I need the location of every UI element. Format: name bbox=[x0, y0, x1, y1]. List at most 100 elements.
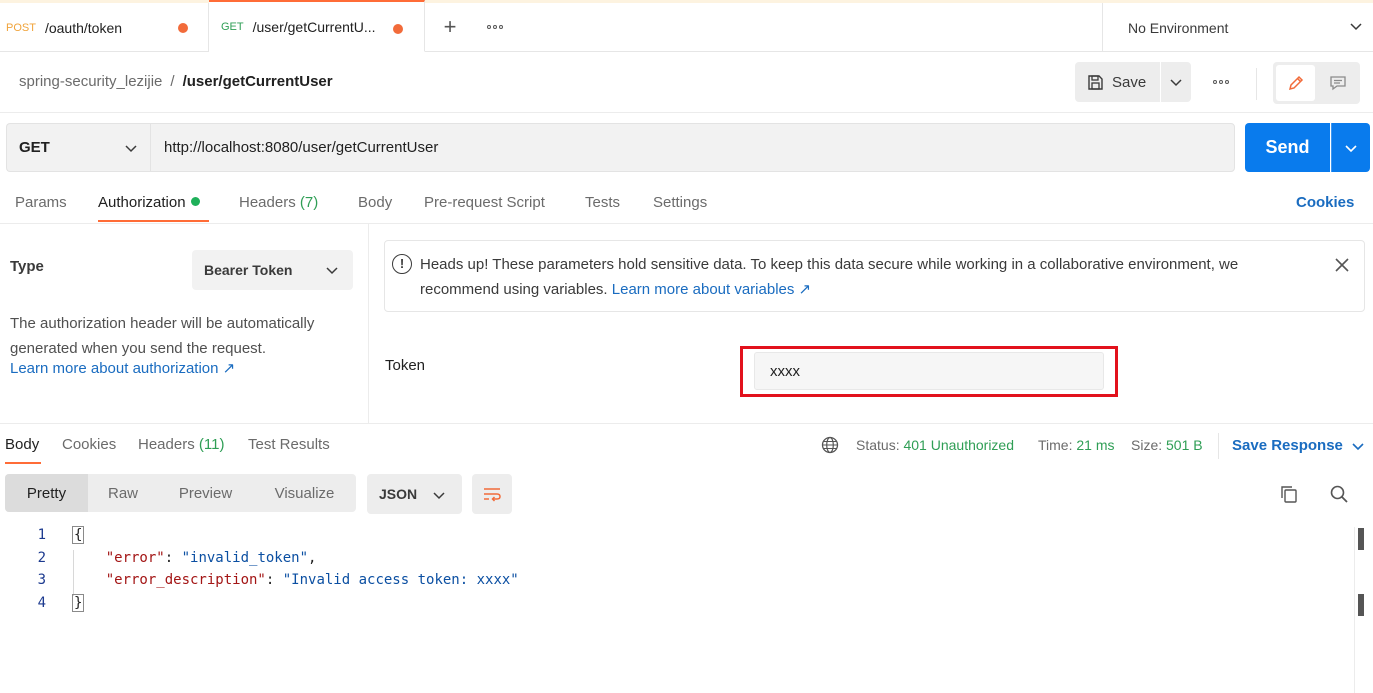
url-value: http://localhost:8080/user/getCurrentUse… bbox=[164, 139, 439, 156]
view-mode-switcher: Pretty Raw Preview Visualize bbox=[5, 474, 356, 512]
url-input[interactable]: http://localhost:8080/user/getCurrentUse… bbox=[150, 123, 1235, 172]
tab-headers[interactable]: Headers (7) bbox=[239, 194, 318, 211]
tab-body[interactable]: Body bbox=[358, 194, 392, 211]
new-tab-plus-icon[interactable]: + bbox=[438, 13, 462, 41]
status-label: Status: bbox=[856, 437, 900, 453]
save-response-button[interactable]: Save Response bbox=[1232, 437, 1343, 454]
method-select[interactable]: GET bbox=[6, 123, 150, 172]
active-dot-icon bbox=[190, 197, 200, 206]
time-readout[interactable]: Time: 21 ms bbox=[1038, 437, 1115, 453]
tab-path: /oauth/token bbox=[44, 19, 123, 36]
sensitive-data-notice: ! Heads up! These parameters hold sensit… bbox=[384, 240, 1365, 312]
tab-response-cookies[interactable]: Cookies bbox=[62, 436, 116, 453]
json-value: "invalid_token" bbox=[181, 549, 309, 566]
chevron-down-icon bbox=[1350, 23, 1362, 31]
scrollbar-marker bbox=[1358, 528, 1364, 550]
chevron-down-icon bbox=[326, 267, 338, 275]
tab-test-results[interactable]: Test Results bbox=[248, 436, 330, 453]
auth-type-select[interactable]: Bearer Token bbox=[192, 250, 353, 290]
token-value: xxxx bbox=[770, 362, 800, 380]
comment-icon[interactable] bbox=[1318, 65, 1357, 101]
tab-method: GET bbox=[221, 20, 244, 33]
breadcrumb-request[interactable]: /user/getCurrentUser bbox=[183, 73, 333, 90]
tab-path: /user/getCurrentU... bbox=[252, 18, 376, 35]
auth-description: The authorization header will be automat… bbox=[10, 315, 315, 357]
view-pretty[interactable]: Pretty bbox=[5, 474, 88, 512]
unsaved-dot-icon bbox=[178, 23, 188, 33]
tab-oauth-token[interactable]: POST /oauth/token bbox=[0, 3, 209, 52]
cookies-link[interactable]: Cookies bbox=[1296, 194, 1354, 211]
code-line: 4 } bbox=[0, 594, 1350, 618]
view-raw[interactable]: Raw bbox=[88, 474, 158, 512]
tab-response-headers[interactable]: Headers (11) bbox=[138, 436, 224, 453]
save-button[interactable]: Save bbox=[1075, 62, 1160, 102]
tab-authorization[interactable]: Authorization bbox=[98, 194, 200, 211]
tab-bar: POST /oauth/token GET /user/getCurrentU.… bbox=[0, 0, 1373, 52]
status-readout[interactable]: Status: 401 Unauthorized bbox=[856, 437, 1014, 453]
learn-more-authorization-link[interactable]: Learn more about authorization ↗ bbox=[10, 359, 235, 377]
notice-text: Heads up! These parameters hold sensitiv… bbox=[420, 256, 1239, 298]
save-options-button[interactable] bbox=[1161, 62, 1191, 102]
token-input[interactable]: xxxx bbox=[754, 352, 1104, 390]
tab-response-body[interactable]: Body bbox=[5, 436, 39, 453]
auth-type-value: Bearer Token bbox=[204, 262, 293, 278]
breadcrumb-collection[interactable]: spring-security_lezijie bbox=[19, 73, 162, 90]
time-value: 21 ms bbox=[1076, 437, 1115, 453]
tab-label: Authorization bbox=[98, 194, 186, 211]
active-tab-indicator bbox=[5, 462, 41, 464]
more-tabs-icon[interactable] bbox=[484, 15, 506, 39]
chevron-down-icon[interactable] bbox=[1351, 439, 1365, 453]
view-preview[interactable]: Preview bbox=[158, 474, 253, 512]
response-tabs: Body Cookies Headers (11) Test Results S… bbox=[0, 423, 1373, 465]
line-number: 4 bbox=[37, 595, 46, 612]
line-number: 1 bbox=[37, 527, 46, 543]
view-visualize[interactable]: Visualize bbox=[253, 474, 356, 512]
code-line: 2 "error": "invalid_token", bbox=[0, 550, 1350, 573]
environment-selector[interactable]: No Environment bbox=[1102, 3, 1373, 52]
line-number: 2 bbox=[37, 549, 46, 566]
wrap-lines-icon[interactable] bbox=[472, 474, 512, 514]
tab-tests[interactable]: Tests bbox=[585, 194, 620, 211]
json-comma: , bbox=[308, 549, 317, 566]
more-actions-icon[interactable] bbox=[1208, 75, 1234, 89]
tab-count: (11) bbox=[198, 436, 225, 453]
json-key: "error_description" bbox=[105, 572, 266, 589]
scrollbar-track[interactable] bbox=[1354, 527, 1355, 693]
search-icon[interactable] bbox=[1329, 484, 1349, 504]
send-button[interactable]: Send bbox=[1245, 123, 1330, 172]
method-value: GET bbox=[19, 139, 50, 156]
learn-more-variables-link[interactable]: Learn more about variables ↗ bbox=[612, 281, 811, 298]
send-options-button[interactable] bbox=[1331, 123, 1370, 172]
tab-pre-request-script[interactable]: Pre-request Script bbox=[424, 194, 545, 211]
save-disk-icon bbox=[1088, 74, 1103, 90]
chevron-down-icon bbox=[1345, 144, 1357, 152]
tab-method: POST bbox=[6, 21, 36, 34]
tab-count: (7) bbox=[299, 194, 319, 211]
size-value: 501 B bbox=[1166, 437, 1203, 453]
type-label: Type bbox=[10, 258, 44, 275]
request-tabs: Params Authorization Headers (7) Body Pr… bbox=[0, 183, 1373, 224]
size-readout[interactable]: Size: 501 B bbox=[1131, 437, 1203, 453]
tab-settings[interactable]: Settings bbox=[653, 194, 707, 211]
response-body[interactable]: 1 { 2 "error": "invalid_token", 3 "error… bbox=[0, 526, 1350, 618]
copy-icon[interactable] bbox=[1279, 484, 1299, 504]
token-label: Token bbox=[385, 357, 426, 374]
auth-type-panel: Type Bearer Token The authorization head… bbox=[0, 224, 369, 423]
edit-pencil-icon[interactable] bbox=[1276, 65, 1315, 101]
code-line: 1 { bbox=[0, 526, 1350, 550]
globe-icon[interactable] bbox=[821, 436, 839, 454]
chevron-down-icon bbox=[125, 145, 137, 153]
format-value: JSON bbox=[379, 486, 418, 502]
view-toggle bbox=[1273, 62, 1360, 104]
tab-params[interactable]: Params bbox=[15, 194, 67, 211]
json-value: "Invalid access token: xxxx" bbox=[282, 572, 519, 589]
close-icon[interactable] bbox=[1334, 257, 1350, 273]
tab-get-current-user[interactable]: GET /user/getCurrentU... bbox=[209, 0, 425, 52]
format-select[interactable]: JSON bbox=[367, 474, 462, 514]
tab-label: Headers bbox=[138, 436, 195, 453]
save-label: Save bbox=[1112, 73, 1147, 91]
open-brace: { bbox=[72, 526, 85, 544]
tab-label: Headers bbox=[239, 194, 296, 211]
code-line: 3 "error_description": "Invalid access t… bbox=[0, 572, 1350, 595]
time-label: Time: bbox=[1038, 437, 1073, 453]
